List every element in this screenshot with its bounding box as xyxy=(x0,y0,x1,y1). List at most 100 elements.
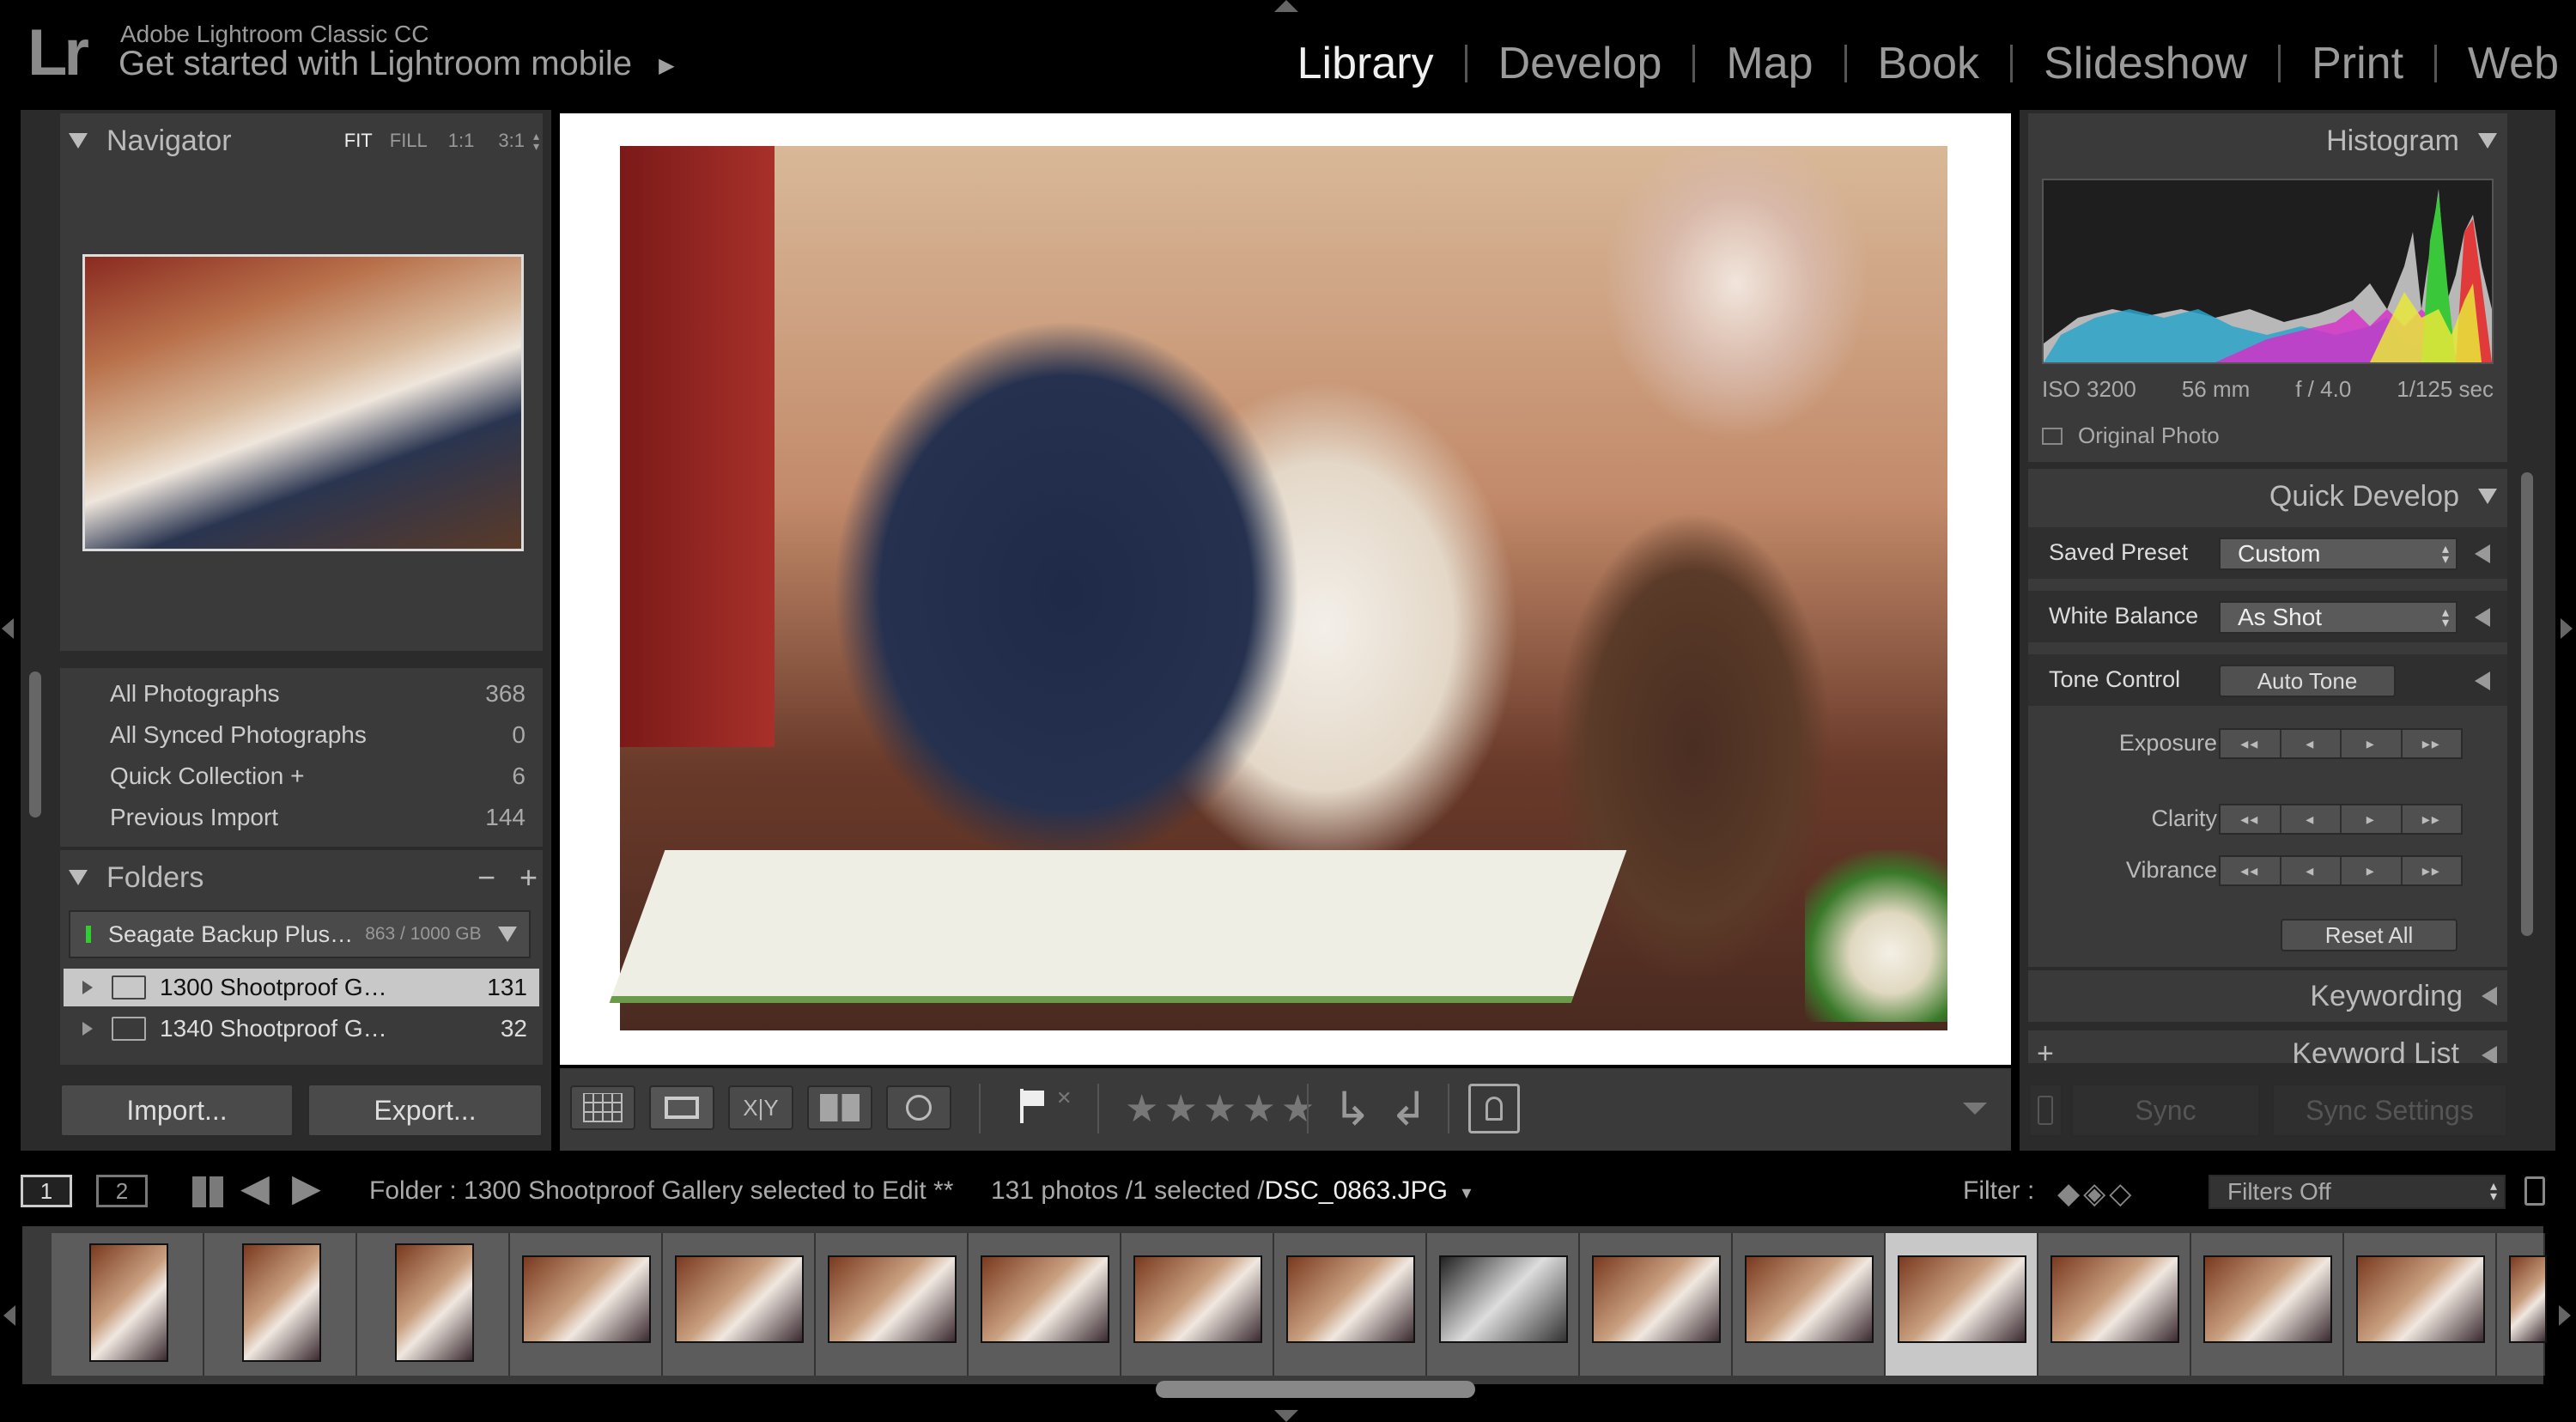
folder-row[interactable]: 1300 Shootproof G… 131 xyxy=(64,969,539,1006)
source-indicator[interactable]: Folder : 1300 Shootproof Gallery selecte… xyxy=(369,1176,953,1206)
increase-small-button[interactable]: ▸ xyxy=(2342,730,2403,757)
decrease-large-button[interactable]: ◂◂ xyxy=(2221,805,2281,833)
filmstrip-thumbnail[interactable] xyxy=(204,1233,357,1376)
rotate-left-icon[interactable]: ↳ xyxy=(1333,1082,1371,1136)
filmstrip-thumbnail[interactable] xyxy=(816,1233,969,1376)
filmstrip-thumbnail[interactable] xyxy=(2344,1233,2497,1376)
expand-section-icon[interactable] xyxy=(2475,544,2490,563)
zoom-fill[interactable]: FILL xyxy=(390,130,428,152)
module-develop[interactable]: Develop xyxy=(1467,38,1693,89)
module-map[interactable]: Map xyxy=(1695,38,1844,89)
rotate-right-icon[interactable]: ↲ xyxy=(1389,1082,1428,1136)
white-balance-select[interactable]: As Shot ▴ ▾ xyxy=(2219,601,2458,634)
decrease-small-button[interactable]: ◂ xyxy=(2281,730,2342,757)
forward-arrow-icon[interactable]: ▶ xyxy=(292,1166,321,1210)
expand-icon[interactable] xyxy=(2482,1046,2497,1063)
grid-view-icon[interactable] xyxy=(192,1176,223,1207)
flag-reject-icon[interactable]: ✕ xyxy=(1056,1087,1072,1109)
toolbar-menu-icon[interactable] xyxy=(1963,1103,1987,1115)
catalog-item[interactable]: All Photographs 368 xyxy=(110,680,526,708)
expand-section-icon[interactable] xyxy=(2475,672,2490,690)
filmstrip-thumbnail[interactable] xyxy=(1121,1233,1274,1376)
filmstrip-thumbnail[interactable] xyxy=(663,1233,816,1376)
main-photo[interactable] xyxy=(609,146,1947,1030)
catalog-item[interactable]: Previous Import 144 xyxy=(110,804,526,831)
compare-view-button[interactable]: X|Y xyxy=(728,1085,793,1130)
increase-large-button[interactable]: ▸▸ xyxy=(2403,730,2462,757)
expand-section-icon[interactable] xyxy=(2475,608,2490,627)
filmstrip-scrollbar[interactable] xyxy=(1156,1381,1475,1398)
volume-collapse-icon[interactable] xyxy=(498,927,517,942)
right-panel-scrollbar[interactable] xyxy=(2521,472,2533,936)
decrease-small-button[interactable]: ◂ xyxy=(2281,857,2342,884)
filter-presets-icons[interactable]: ◆◈◇ xyxy=(2057,1176,2135,1211)
filmstrip-thumbnail[interactable] xyxy=(510,1233,663,1376)
volume-row[interactable]: Seagate Backup Plus… 863 / 1000 GB xyxy=(69,910,531,958)
module-library[interactable]: Library xyxy=(1267,38,1465,89)
reset-all-button[interactable]: Reset All xyxy=(2281,919,2458,951)
increase-large-button[interactable]: ▸▸ xyxy=(2403,857,2462,884)
collapse-icon[interactable] xyxy=(2478,489,2497,504)
left-panel-scrollbar[interactable] xyxy=(29,672,41,817)
sync-settings-button[interactable]: Sync Settings xyxy=(2272,1084,2507,1137)
folders-header[interactable]: Folders − + xyxy=(60,850,543,905)
survey-view-button[interactable] xyxy=(807,1085,872,1130)
filmstrip-thumbnail[interactable] xyxy=(2038,1233,2191,1376)
module-web[interactable]: Web xyxy=(2437,38,2559,89)
filmstrip-thumbnail[interactable] xyxy=(357,1233,510,1376)
navigator-preview[interactable] xyxy=(82,254,524,551)
back-arrow-icon[interactable]: ◀ xyxy=(240,1166,270,1210)
loupe-view-button[interactable] xyxy=(649,1085,714,1130)
bottom-panel-toggle-icon[interactable] xyxy=(1274,1410,1298,1422)
zoom-1-1[interactable]: 1:1 xyxy=(448,130,475,152)
filmstrip-right-arrow-icon[interactable] xyxy=(2559,1305,2571,1326)
grid-view-button[interactable] xyxy=(570,1085,635,1130)
collapse-icon[interactable] xyxy=(2478,133,2497,149)
module-book[interactable]: Book xyxy=(1847,38,2011,89)
checkbox[interactable] xyxy=(2042,427,2063,445)
filter-lock-icon[interactable] xyxy=(2524,1176,2545,1206)
photo-count[interactable]: 131 photos /1 selected /DSC_0863.JPG ▾ xyxy=(991,1176,1471,1206)
filmstrip-thumbnail[interactable] xyxy=(1427,1233,1580,1376)
filmstrip-thumbnail[interactable] xyxy=(969,1233,1121,1376)
exposure-stepper[interactable]: ◂◂ ◂ ▸ ▸▸ xyxy=(2219,728,2463,759)
zoom-more-icon[interactable]: ▴ ▾ xyxy=(533,130,539,152)
left-panel-toggle-icon[interactable] xyxy=(2,618,14,639)
increase-large-button[interactable]: ▸▸ xyxy=(2403,805,2462,833)
filmstrip-thumbnail[interactable] xyxy=(1580,1233,1733,1376)
rating-stars[interactable]: ★★★★★ xyxy=(1125,1087,1320,1131)
module-slideshow[interactable]: Slideshow xyxy=(2013,38,2278,89)
add-folder-button[interactable]: + xyxy=(519,860,538,896)
expand-icon[interactable] xyxy=(82,1022,93,1036)
right-panel-toggle-icon[interactable] xyxy=(2561,618,2573,639)
clarity-stepper[interactable]: ◂◂ ◂ ▸ ▸▸ xyxy=(2219,804,2463,835)
filter-select[interactable]: Filters Off ▴ ▾ xyxy=(2208,1175,2506,1209)
increase-small-button[interactable]: ▸ xyxy=(2342,857,2403,884)
zoom-fit[interactable]: FIT xyxy=(344,130,373,152)
auto-tone-button[interactable]: Auto Tone xyxy=(2219,665,2396,697)
quick-develop-header[interactable]: Quick Develop xyxy=(2028,469,2507,524)
increase-small-button[interactable]: ▸ xyxy=(2342,805,2403,833)
folder-row[interactable]: 1340 Shootproof G… 32 xyxy=(64,1010,539,1048)
filmstrip-thumbnail[interactable] xyxy=(2497,1233,2547,1376)
decrease-large-button[interactable]: ◂◂ xyxy=(2221,857,2281,884)
filmstrip-thumbnail[interactable] xyxy=(2191,1233,2344,1376)
sync-button[interactable]: Sync xyxy=(2071,1084,2260,1137)
screen-1-button[interactable]: 1 xyxy=(21,1175,72,1207)
filmstrip-left-arrow-icon[interactable] xyxy=(3,1305,15,1326)
catalog-item[interactable]: All Synced Photographs 0 xyxy=(110,721,526,749)
import-button[interactable]: Import... xyxy=(60,1084,294,1137)
expand-icon[interactable] xyxy=(82,981,93,994)
histogram-graph[interactable] xyxy=(2042,179,2494,364)
sync-lock-toggle[interactable] xyxy=(2028,1084,2063,1137)
screen-2-button[interactable]: 2 xyxy=(96,1175,148,1207)
top-panel-toggle-icon[interactable] xyxy=(1274,0,1298,12)
decrease-large-button[interactable]: ◂◂ xyxy=(2221,730,2281,757)
collapse-icon[interactable] xyxy=(69,133,88,149)
decrease-small-button[interactable]: ◂ xyxy=(2281,805,2342,833)
keywording-header[interactable]: Keywording xyxy=(2028,970,2507,1022)
crop-overlay-button[interactable] xyxy=(1468,1084,1520,1133)
flag-pick-icon[interactable] xyxy=(1020,1089,1044,1123)
filmstrip-thumbnail[interactable] xyxy=(1274,1233,1427,1376)
vibrance-stepper[interactable]: ◂◂ ◂ ▸ ▸▸ xyxy=(2219,855,2463,886)
